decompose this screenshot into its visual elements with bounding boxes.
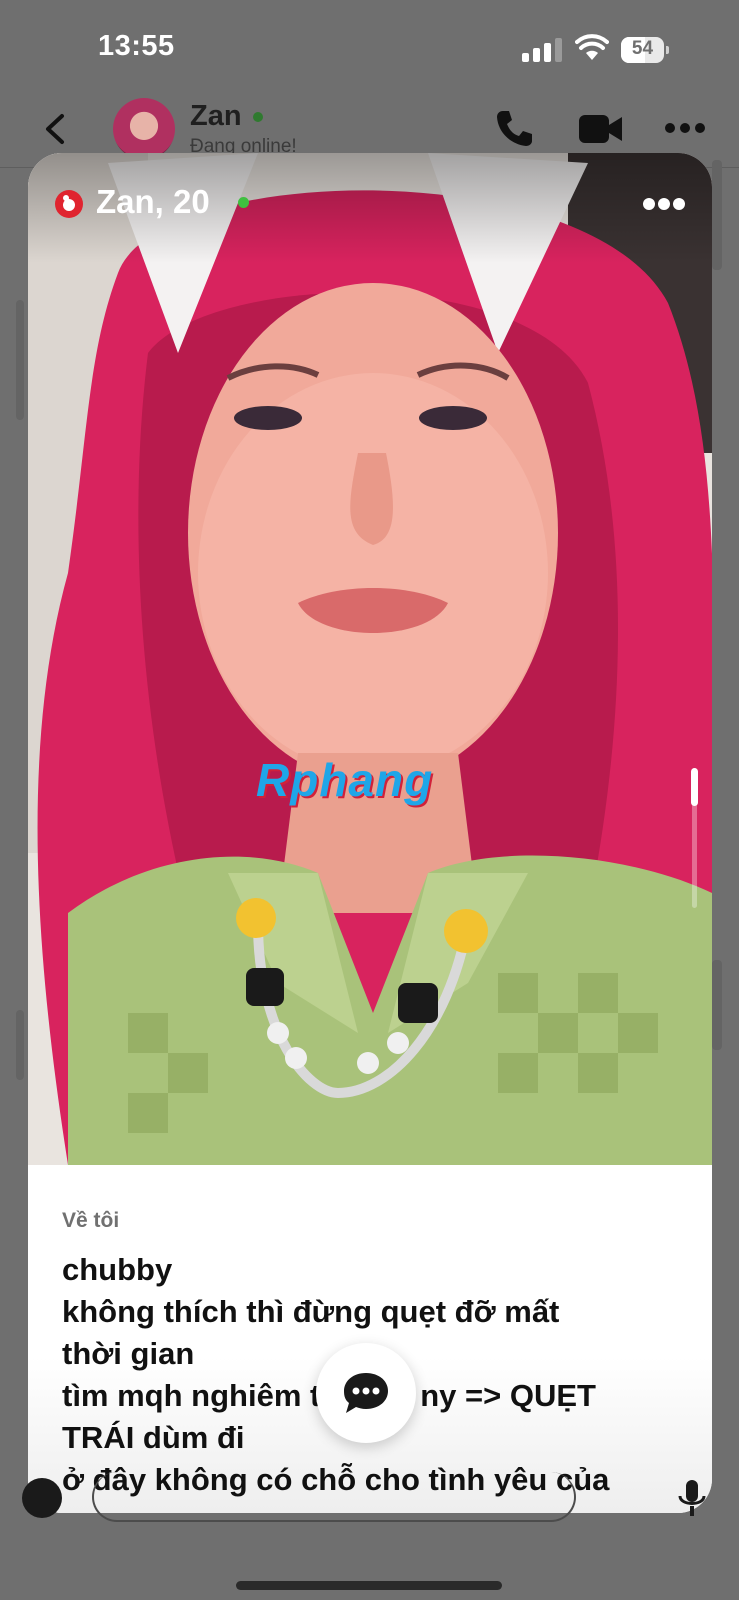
plus-icon[interactable] (22, 1478, 62, 1518)
status-time: 13:55 (98, 30, 175, 62)
message-input[interactable] (92, 1472, 576, 1522)
wifi-icon (575, 34, 609, 60)
chat-bubble-icon (344, 1373, 388, 1413)
more-icon[interactable] (664, 122, 706, 134)
profile-photo[interactable]: Rphang (28, 153, 712, 1165)
battery-icon: 54 (621, 37, 669, 63)
background-message (16, 300, 24, 420)
about-line: chubby (62, 1252, 173, 1287)
video-camera-icon[interactable] (579, 112, 623, 146)
contact-name[interactable]: Zan (190, 100, 242, 133)
chat-button[interactable] (316, 1343, 416, 1443)
back-icon[interactable] (40, 112, 70, 146)
profile-card[interactable]: Rphang Zan, 20 Về tôi chubby không thích… (28, 153, 712, 1513)
more-icon[interactable] (642, 197, 686, 211)
about-line: không thích thì đừng quẹt đỡ mất (62, 1294, 560, 1329)
background-message (712, 160, 722, 270)
card-header: Zan, 20 (28, 153, 712, 263)
about-title: Về tôi (62, 1209, 120, 1232)
background-message (16, 1010, 24, 1080)
photo-scroll-thumb[interactable] (691, 768, 698, 806)
background-message (712, 960, 722, 1050)
phone-icon[interactable] (494, 108, 534, 148)
brand-badge-icon (55, 190, 83, 218)
watermark: Rphang (256, 754, 434, 806)
profile-name: Zan, 20 (96, 183, 210, 220)
mic-icon[interactable] (672, 1478, 712, 1518)
home-indicator (236, 1581, 502, 1590)
status-bar: 13:55 54 (0, 0, 739, 90)
battery-level: 54 (631, 38, 654, 59)
about-section[interactable]: Về tôi chubby không thích thì đừng quẹt … (28, 1165, 712, 1513)
online-indicator (238, 197, 249, 208)
avatar[interactable] (113, 98, 175, 160)
online-indicator (253, 112, 263, 122)
cellular-signal-icon (522, 38, 564, 62)
